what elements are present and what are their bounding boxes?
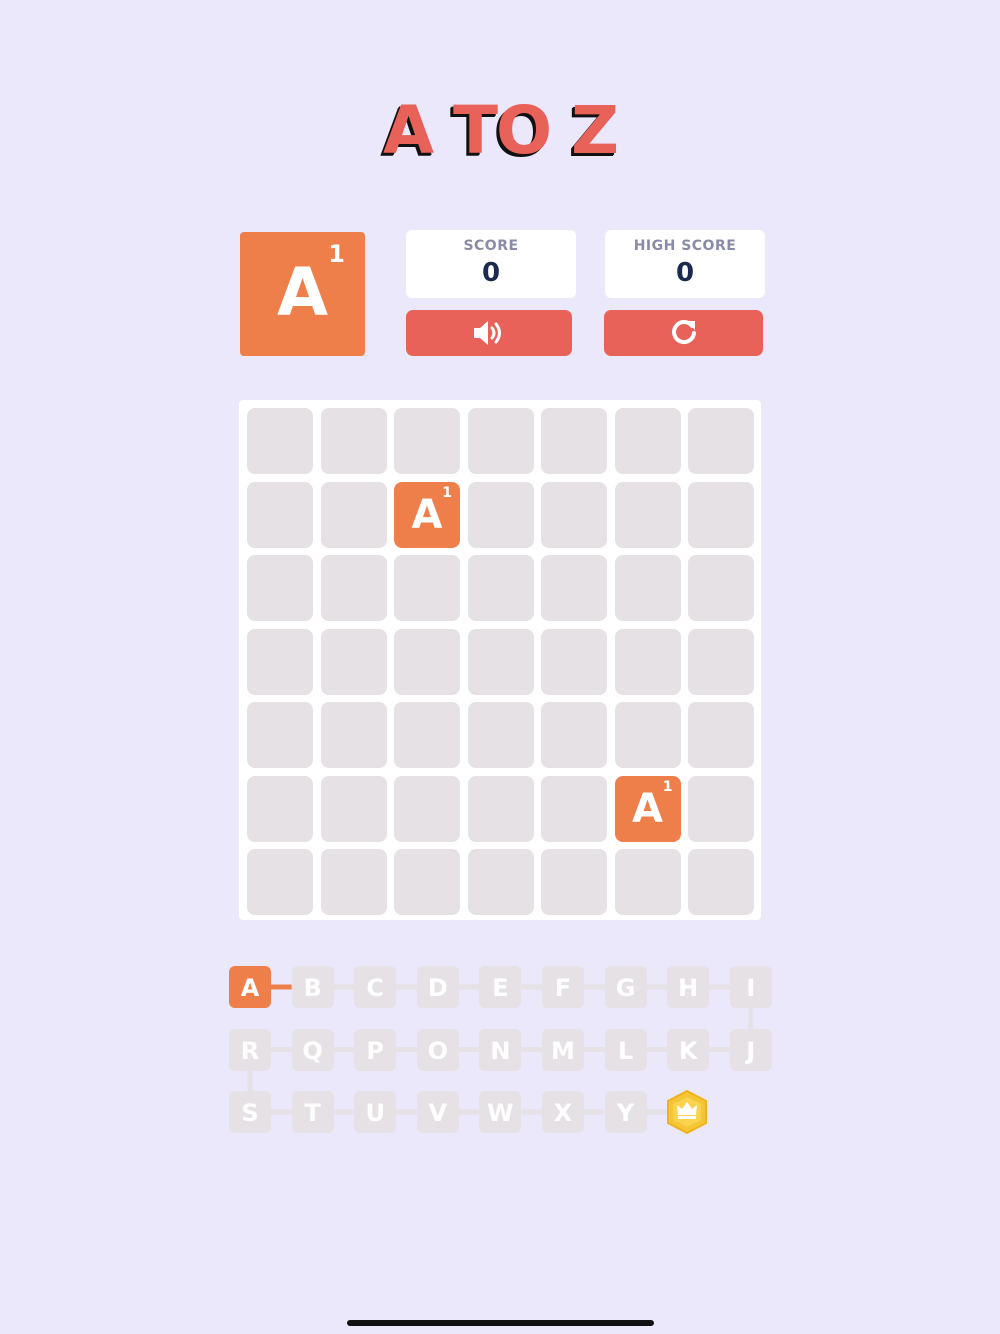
board-tile-value: 1 [442, 484, 452, 501]
board-cell[interactable] [467, 555, 534, 621]
board-cell[interactable] [467, 408, 534, 474]
track-letter-k: K [667, 1028, 710, 1071]
track-letter-i: I [729, 966, 772, 1008]
board-cell[interactable] [467, 702, 534, 768]
track-letter-g: G [604, 966, 647, 1008]
board-cell[interactable] [541, 408, 607, 474]
high-score-box: HIGH SCORE 0 [605, 230, 765, 298]
board-cell[interactable] [320, 408, 387, 474]
score-value: 0 [481, 258, 501, 288]
track-letter-x: X [542, 1091, 584, 1133]
track-letter-t: T [291, 1091, 334, 1133]
board-cell[interactable] [467, 481, 534, 548]
track-letter-p: P [354, 1028, 397, 1071]
board-cell[interactable] [247, 481, 313, 548]
score-label: SCORE [463, 238, 519, 254]
board-cell[interactable] [467, 628, 534, 695]
board-cell[interactable] [320, 702, 387, 768]
board-cell[interactable] [394, 849, 460, 915]
restart-button[interactable] [604, 310, 763, 356]
track-letter-j: J [729, 1028, 772, 1071]
game-board: A1 A1 [239, 400, 761, 920]
next-tile-value: 1 [328, 240, 345, 268]
board-cell[interactable] [541, 628, 607, 695]
track-letter-s: S [229, 1091, 271, 1133]
board-cell[interactable] [688, 481, 754, 548]
board-cell[interactable] [688, 555, 754, 621]
board-cell[interactable] [541, 481, 607, 548]
track-letter-q: Q [291, 1028, 334, 1071]
board-cell[interactable] [394, 628, 460, 695]
board-cell[interactable] [394, 408, 460, 474]
track-letter-n: N [479, 1028, 522, 1071]
board-cell[interactable] [247, 555, 313, 621]
track-letter-o: O [416, 1028, 459, 1071]
board-cell[interactable] [247, 775, 313, 842]
next-tile: A 1 [240, 232, 365, 356]
board-cell[interactable] [614, 702, 681, 768]
sound-button[interactable] [406, 310, 572, 356]
board-cell[interactable] [614, 481, 681, 548]
board-tile[interactable]: A1 [394, 481, 460, 548]
board-cell[interactable] [394, 702, 460, 768]
board-cell[interactable] [320, 555, 387, 621]
board-cell[interactable] [467, 849, 534, 915]
board-cell[interactable] [320, 775, 387, 842]
board-cell[interactable] [320, 849, 387, 915]
track-letter-a: A [229, 966, 271, 1008]
track-letter-d: D [416, 966, 459, 1008]
track-letter-m: M [542, 1028, 584, 1071]
board-cell[interactable] [247, 628, 313, 695]
board-cell[interactable] [467, 775, 534, 842]
board-cell[interactable] [541, 555, 607, 621]
restart-icon [671, 320, 696, 345]
board-cell[interactable] [614, 628, 681, 695]
board-cell[interactable] [688, 408, 754, 474]
board-cell[interactable] [320, 628, 387, 695]
board-cell[interactable] [541, 702, 607, 768]
board-cell[interactable] [394, 775, 460, 842]
board-tile-value: 1 [662, 778, 673, 795]
track-letter-y: Y [604, 1091, 647, 1133]
track-letter-w: W [479, 1091, 522, 1133]
crown-badge-icon [667, 1089, 707, 1135]
game-title: A TO Z [382, 92, 619, 169]
track-letter-h: H [667, 966, 710, 1008]
board-tile[interactable]: A1 [614, 775, 681, 842]
track-letter-b: B [291, 966, 334, 1008]
track-letter-u: U [354, 1091, 397, 1133]
board-cell[interactable] [688, 628, 754, 695]
board-cell[interactable] [688, 702, 754, 768]
track-letter-f: F [542, 966, 584, 1008]
home-indicator [347, 1320, 654, 1326]
board-cell[interactable] [247, 849, 313, 915]
track-letter-l: L [604, 1028, 647, 1071]
track-letter-c: C [354, 966, 397, 1008]
board-cell[interactable] [247, 702, 313, 768]
track-letter-r: R [229, 1028, 271, 1071]
track-letter-v: V [416, 1091, 459, 1133]
board-cell[interactable] [320, 481, 387, 548]
board-cell[interactable] [688, 849, 754, 915]
score-box: SCORE 0 [406, 230, 576, 298]
track-letter-e: E [479, 966, 522, 1008]
speaker-icon [474, 321, 501, 345]
board-cell[interactable] [688, 775, 754, 842]
board-cell[interactable] [614, 555, 681, 621]
high-score-label: HIGH SCORE [633, 238, 737, 254]
board-cell[interactable] [541, 775, 607, 842]
board-cell[interactable] [614, 408, 681, 474]
board-cell[interactable] [541, 849, 607, 915]
board-cell[interactable] [247, 408, 313, 474]
high-score-value: 0 [675, 258, 695, 288]
board-cell[interactable] [614, 849, 681, 915]
next-tile-letter: A [276, 254, 329, 331]
board-cell[interactable] [394, 555, 460, 621]
